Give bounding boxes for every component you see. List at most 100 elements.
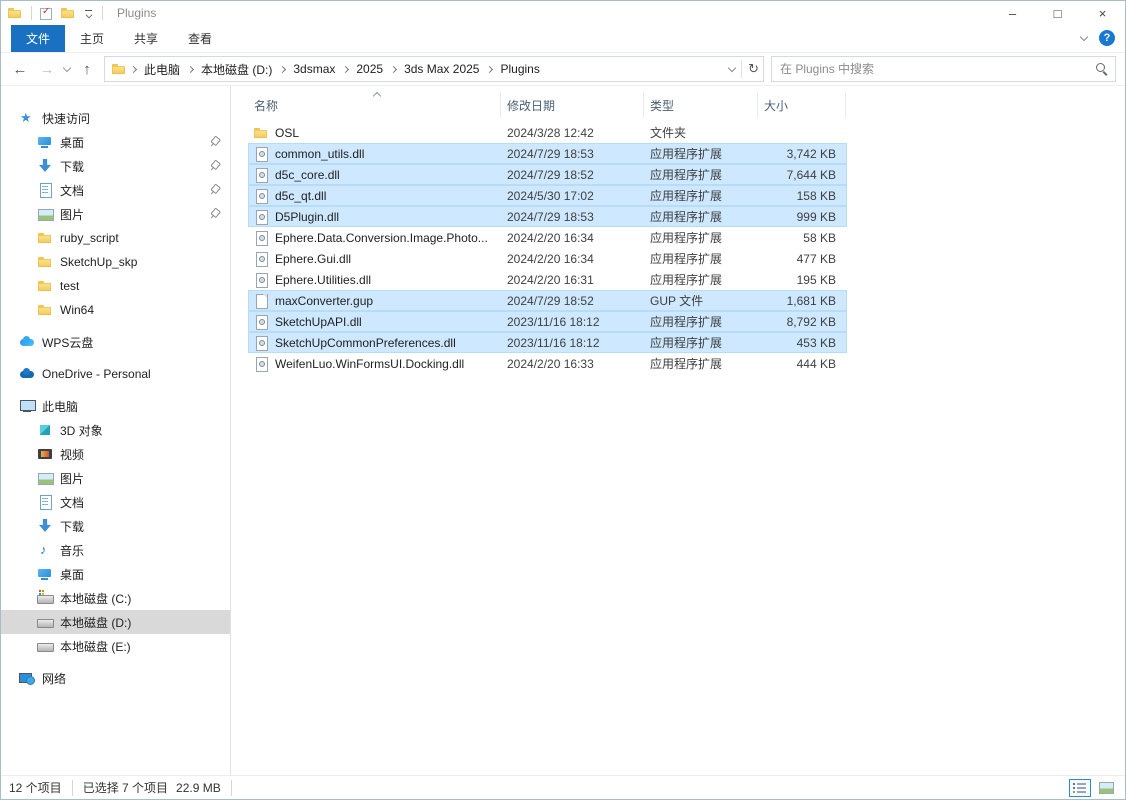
properties-icon[interactable]: [40, 7, 52, 19]
breadcrumb-item[interactable]: Plugins: [494, 59, 545, 79]
breadcrumb[interactable]: 此电脑本地磁盘 (D:) 3dsmax 2025 3ds Max 2025 Plugin…: [104, 56, 764, 82]
sidebar-item-desktop-pinned[interactable]: 桌面: [1, 130, 230, 154]
file-date: 2024/5/30 17:02: [501, 189, 644, 203]
breadcrumb-item[interactable]: 本地磁盘 (D:): [195, 58, 278, 81]
file-date: 2024/3/28 12:42: [501, 126, 644, 140]
tab-home[interactable]: 主页: [65, 25, 119, 52]
file-row[interactable]: SketchUpAPI.dll2023/11/16 18:12应用程序扩展8,7…: [248, 311, 847, 332]
file-size: 3,742 KB: [758, 147, 846, 161]
file-size: 1,681 KB: [758, 294, 846, 308]
file-row[interactable]: d5c_core.dll2024/7/29 18:52应用程序扩展7,644 K…: [248, 164, 847, 185]
close-button[interactable]: ×: [1080, 1, 1125, 25]
file-row[interactable]: WeifenLuo.WinFormsUI.Docking.dll2024/2/2…: [248, 353, 847, 374]
breadcrumb-separator-icon[interactable]: [486, 65, 493, 72]
sidebar-item-documents[interactable]: 文档: [1, 490, 230, 514]
sidebar-item-pictures-pinned[interactable]: 图片: [1, 202, 230, 226]
sidebar-item-music[interactable]: 音乐: [1, 538, 230, 562]
breadcrumb-separator-icon[interactable]: [279, 65, 286, 72]
sidebar-item-this-pc[interactable]: 此电脑: [1, 394, 230, 418]
file-type-icon: [253, 251, 269, 267]
sidebar-item-ruby-script[interactable]: ruby_script: [1, 226, 230, 250]
column-header-name[interactable]: 名称: [248, 92, 501, 118]
sidebar-item-disk-c[interactable]: 本地磁盘 (C:): [1, 586, 230, 610]
sidebar-item-disk-d[interactable]: 本地磁盘 (D:): [1, 610, 230, 634]
file-row[interactable]: Ephere.Data.Conversion.Image.Photo...202…: [248, 227, 847, 248]
breadcrumb-separator-icon[interactable]: [390, 65, 397, 72]
forward-icon[interactable]: →: [37, 61, 57, 78]
file-name: maxConverter.gup: [275, 294, 373, 308]
explorer-app-icon: [7, 5, 23, 21]
breadcrumb-separator-icon[interactable]: [130, 65, 137, 72]
download-icon: [37, 518, 53, 534]
customize-quick-access-chevron-icon[interactable]: [84, 7, 94, 19]
file-row[interactable]: common_utils.dll2024/7/29 18:53应用程序扩展3,7…: [248, 143, 847, 164]
breadcrumb-item[interactable]: 2025: [350, 59, 389, 79]
cloud-one-icon: [19, 366, 35, 382]
address-dropdown-chevron-icon[interactable]: [728, 63, 736, 71]
file-row[interactable]: D5Plugin.dll2024/7/29 18:53应用程序扩展999 KB: [248, 206, 847, 227]
thumbnails-view-icon[interactable]: [1095, 779, 1117, 797]
file-row[interactable]: SketchUpCommonPreferences.dll2023/11/16 …: [248, 332, 847, 353]
maximize-button[interactable]: □: [1035, 1, 1080, 25]
sidebar-item-onedrive[interactable]: OneDrive - Personal: [1, 362, 230, 386]
breadcrumb-item[interactable]: 3dsmax: [287, 59, 341, 79]
file-size: 453 KB: [758, 336, 846, 350]
search-input[interactable]: [780, 62, 1095, 76]
file-row[interactable]: Ephere.Gui.dll2024/2/20 16:34应用程序扩展477 K…: [248, 248, 847, 269]
sidebar-item-win64[interactable]: Win64: [1, 298, 230, 322]
column-header-type[interactable]: 类型: [644, 92, 758, 118]
sidebar-item-downloads-pinned[interactable]: 下载: [1, 154, 230, 178]
file-type-icon: [253, 146, 269, 162]
file-name-cell: Ephere.Gui.dll: [248, 251, 501, 267]
sidebar-item-pictures[interactable]: 图片: [1, 466, 230, 490]
expand-ribbon-chevron-icon[interactable]: [1080, 32, 1088, 40]
up-icon[interactable]: ↑: [77, 61, 97, 78]
help-icon[interactable]: ?: [1099, 30, 1115, 46]
search-icon[interactable]: [1095, 62, 1109, 76]
toolbar-separator: [31, 6, 32, 20]
recent-locations-chevron-icon[interactable]: [63, 63, 71, 71]
column-header-size[interactable]: 大小: [758, 92, 846, 118]
tab-share[interactable]: 共享: [119, 25, 173, 52]
file-row[interactable]: Ephere.Utilities.dll2024/2/20 16:31应用程序扩…: [248, 269, 847, 290]
pic-icon: [37, 470, 53, 486]
sidebar-item-quick-access[interactable]: 快速访问: [1, 106, 230, 130]
file-row[interactable]: maxConverter.gup2024/7/29 18:52GUP 文件1,6…: [248, 290, 847, 311]
sidebar-item-wps-cloud[interactable]: WPS云盘: [1, 330, 230, 354]
breadcrumb-item[interactable]: 3ds Max 2025: [398, 59, 485, 79]
column-header-date[interactable]: 修改日期: [501, 92, 644, 118]
file-size: 477 KB: [758, 252, 846, 266]
tab-view[interactable]: 查看: [173, 25, 227, 52]
sidebar-item-label: 本地磁盘 (C:): [60, 590, 131, 607]
pin-icon: [206, 206, 223, 223]
sidebar-item-downloads[interactable]: 下载: [1, 514, 230, 538]
refresh-icon[interactable]: ↻: [748, 61, 759, 77]
sidebar-item-label: 本地磁盘 (E:): [60, 638, 131, 655]
new-folder-icon[interactable]: [60, 5, 76, 21]
breadcrumb-separator-icon[interactable]: [187, 65, 194, 72]
sidebar-item-documents-pinned[interactable]: 文档: [1, 178, 230, 202]
sidebar-item-label: SketchUp_skp: [60, 255, 137, 269]
cloud-wps-icon: [19, 334, 35, 350]
file-name-cell: d5c_core.dll: [248, 167, 501, 183]
breadcrumb-item[interactable]: 此电脑: [138, 58, 186, 81]
sidebar-item-videos[interactable]: 视频: [1, 442, 230, 466]
sidebar-item-network[interactable]: 网络: [1, 666, 230, 690]
sidebar-item-desktop[interactable]: 桌面: [1, 562, 230, 586]
sidebar-item-objects-3d[interactable]: 3D 对象: [1, 418, 230, 442]
details-view-icon[interactable]: [1069, 779, 1091, 797]
sidebar-item-disk-e[interactable]: 本地磁盘 (E:): [1, 634, 230, 658]
minimize-button[interactable]: –: [990, 1, 1035, 25]
file-row[interactable]: OSL2024/3/28 12:42文件夹: [248, 122, 847, 143]
file-row[interactable]: d5c_qt.dll2024/5/30 17:02应用程序扩展158 KB: [248, 185, 847, 206]
file-name-cell: Ephere.Data.Conversion.Image.Photo...: [248, 230, 501, 246]
sidebar-item-test[interactable]: test: [1, 274, 230, 298]
search-box: [771, 56, 1116, 82]
back-icon[interactable]: ←: [10, 61, 30, 78]
tab-file[interactable]: 文件: [11, 25, 65, 52]
file-name: D5Plugin.dll: [275, 210, 339, 224]
file-name: SketchUpCommonPreferences.dll: [275, 336, 456, 350]
sidebar-item-label: OneDrive - Personal: [42, 367, 151, 381]
breadcrumb-separator-icon[interactable]: [342, 65, 349, 72]
sidebar-item-sketchup-skp[interactable]: SketchUp_skp: [1, 250, 230, 274]
